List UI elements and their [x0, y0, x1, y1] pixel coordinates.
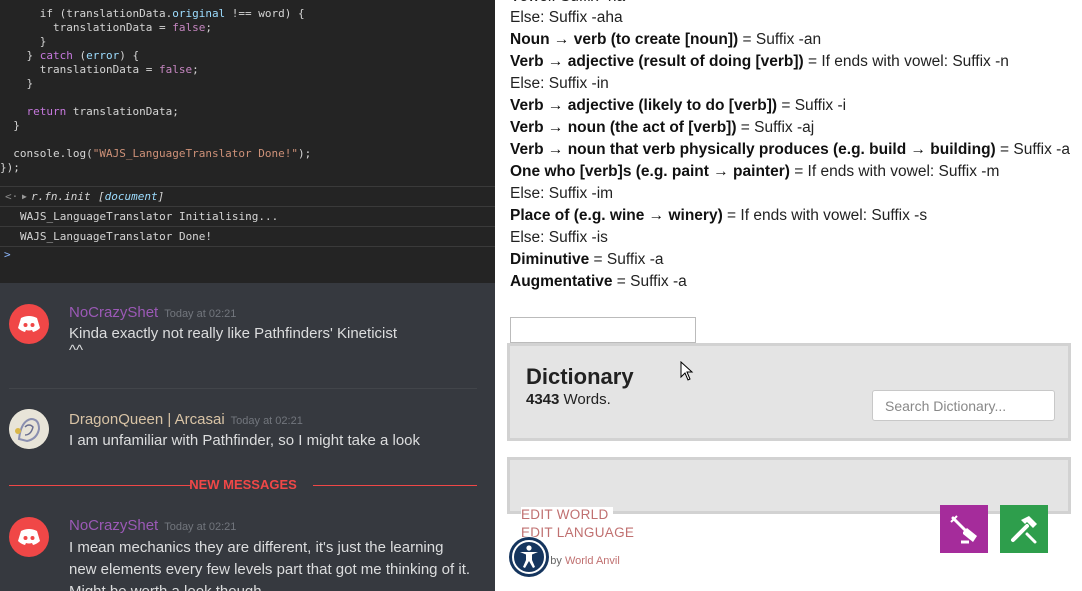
dictionary-panel: Dictionary 4343 Words.: [507, 343, 1071, 441]
rule-line: Place of (e.g. wine → winery) = If ends …: [510, 207, 928, 224]
result-object: r.fn.init: [31, 190, 91, 203]
timestamp: Today at 02:21: [230, 415, 303, 427]
message-line: Kinda exactly not really like Pathfinder…: [69, 325, 398, 342]
message-line: ^^: [69, 342, 84, 359]
paint-brush-icon[interactable]: [940, 505, 988, 553]
timestamp: Today at 02:21: [164, 521, 237, 533]
rule-line: Diminutive = Suffix -a: [510, 251, 664, 268]
expand-triangle-icon[interactable]: ▶: [22, 187, 27, 207]
code-line: } catch (error) {: [26, 49, 140, 62]
accessibility-icon[interactable]: [508, 536, 550, 578]
message-body: Kinda exactly not really like Pathfinder…: [69, 323, 479, 359]
message-body: I am unfamiliar with Pathfinder, so I mi…: [69, 430, 479, 452]
word-count: 4343 Words.: [526, 391, 611, 408]
code-line: }: [13, 119, 20, 132]
message-line: I mean mechanics they are different, it'…: [69, 539, 444, 556]
dictionary-title: Dictionary: [526, 364, 634, 389]
language-page: Vowel: Suffix -ha Else: Suffix -ahaNoun …: [495, 0, 1082, 591]
discord-avatar-icon[interactable]: [9, 517, 49, 557]
rule-line: Else: Suffix -aha: [510, 9, 623, 26]
rule-line: Else: Suffix -im: [510, 185, 614, 202]
dragonqueen-avatar[interactable]: [9, 409, 49, 449]
username[interactable]: DragonQueen | Arcasai: [69, 411, 225, 428]
code-line: });: [0, 161, 20, 174]
blank-input[interactable]: [510, 317, 696, 343]
message-body: I mean mechanics they are different, it'…: [69, 537, 479, 591]
rule-line: Noun → verb (to create [noun]) = Suffix …: [510, 31, 822, 48]
username[interactable]: NoCrazyShet: [69, 304, 158, 321]
hammer-icon[interactable]: [1000, 505, 1048, 553]
rule-line: Verb → adjective (result of doing [verb]…: [510, 53, 1009, 70]
username[interactable]: NoCrazyShet: [69, 517, 158, 534]
rule-line: One who [verb]s (e.g. paint → painter) =…: [510, 163, 1000, 180]
console-prompt-row[interactable]: >: [0, 246, 495, 283]
code-line: }: [39, 35, 47, 48]
result-type: document: [104, 190, 158, 203]
code-line: translationData = false;: [52, 21, 212, 34]
log-text: WAJS_LanguageTranslator Done!: [20, 230, 213, 243]
message-divider: [9, 388, 477, 389]
message-line: Might be worth a look though: [69, 581, 479, 591]
prompt-chevron-icon: >: [4, 248, 11, 261]
rule-line: Verb → noun (the act of [verb]) = Suffix…: [510, 119, 815, 136]
rule-line: Else: Suffix -in: [510, 75, 609, 92]
world-anvil-link[interactable]: World Anvil: [565, 555, 620, 567]
dictionary-search-input[interactable]: [872, 390, 1055, 421]
chat-panel: NoCrazyShet Today at 02:21 Kinda exactly …: [0, 283, 495, 591]
timestamp: Today at 02:21: [164, 308, 237, 320]
code-line: return translationData;: [26, 105, 179, 118]
message-line: I am unfamiliar with Pathfinder, so I mi…: [69, 432, 420, 449]
console-result-row[interactable]: <· ▶ r.fn.init [document]: [0, 186, 495, 207]
console-log-row: WAJS_LanguageTranslator Initialising...: [0, 206, 495, 227]
code-line: if (translationData.original !== word) {: [39, 7, 305, 20]
return-arrow-icon: <·: [5, 190, 19, 203]
code-line: console.log("WAJS_LanguageTranslator Don…: [13, 147, 312, 160]
code-line: translationData = false;: [39, 63, 199, 76]
devtools-console: if (translationData.original !== word) {…: [0, 0, 495, 283]
log-text: WAJS_LanguageTranslator Initialising...: [20, 210, 279, 223]
mouse-cursor-icon: [680, 361, 694, 381]
discord-avatar-icon[interactable]: [9, 304, 49, 344]
rule-line: Verb → noun that verb physically produce…: [510, 141, 1070, 158]
edit-world-link[interactable]: EDIT WORLD: [521, 507, 613, 522]
new-messages-label: NEW MESSAGES: [189, 477, 297, 492]
console-log-row: WAJS_LanguageTranslator Done!: [0, 226, 495, 247]
new-messages-divider: NEW MESSAGES: [9, 477, 477, 492]
code-line: }: [26, 77, 34, 90]
message-line: new elements every few levels part that …: [69, 561, 471, 578]
rule-line: Augmentative = Suffix -a: [510, 273, 687, 290]
rule-line: Verb → adjective (likely to do [verb]) =…: [510, 97, 847, 114]
rule-line: Else: Suffix -is: [510, 229, 608, 246]
